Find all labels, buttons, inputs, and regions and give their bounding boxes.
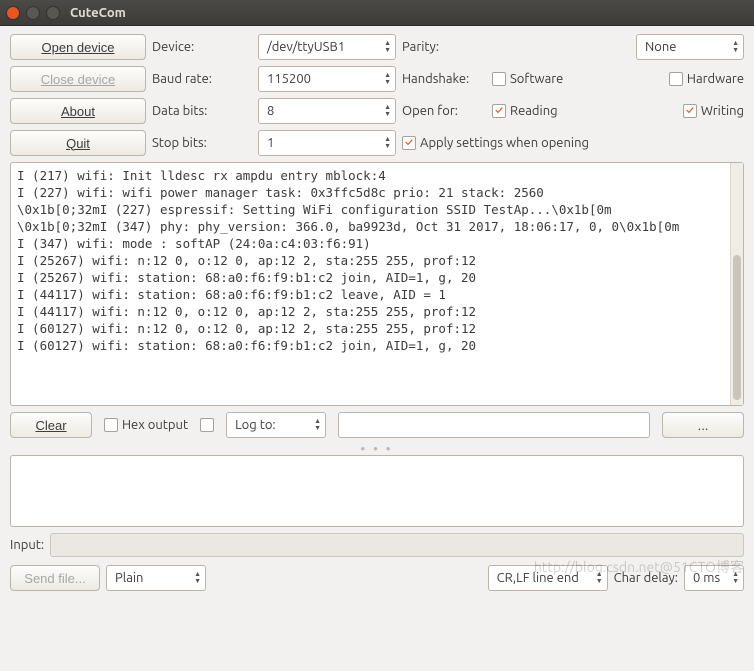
- clear-button[interactable]: Clear: [10, 412, 92, 438]
- file-protocol-select[interactable]: Plain ▲▼: [106, 565, 206, 591]
- minimize-icon[interactable]: [26, 6, 40, 20]
- chardelay-label: Char delay:: [614, 571, 678, 585]
- writing-checkbox[interactable]: ✓Writing: [683, 104, 744, 118]
- maximize-icon[interactable]: [46, 6, 60, 20]
- open-device-button[interactable]: Open device: [10, 34, 146, 60]
- terminal-text: I (217) wifi: Init lldesc rx ampdu entry…: [11, 163, 730, 405]
- databits-select[interactable]: 8 ▲▼: [258, 98, 396, 124]
- device-select[interactable]: /dev/ttyUSB1 ▲▼: [258, 34, 396, 60]
- hardware-checkbox[interactable]: Hardware: [669, 72, 744, 86]
- line-end-select[interactable]: CR,LF line end ▲▼: [488, 565, 608, 591]
- input-field[interactable]: [50, 533, 744, 557]
- log-to-checkbox[interactable]: [200, 418, 214, 432]
- char-delay-spinner[interactable]: 0 ms ▲▼: [684, 565, 744, 591]
- browse-button[interactable]: ...: [662, 412, 744, 438]
- parity-label: Parity:: [402, 40, 486, 54]
- splitter-handle[interactable]: ● ● ●: [10, 444, 744, 453]
- terminal-output[interactable]: I (217) wifi: Init lldesc rx ampdu entry…: [10, 162, 744, 406]
- chevron-updown-icon: ▲▼: [728, 40, 739, 54]
- reading-checkbox[interactable]: ✓Reading: [492, 104, 558, 118]
- apply-settings-checkbox[interactable]: ✓Apply settings when opening: [402, 136, 589, 150]
- software-checkbox[interactable]: Software: [492, 72, 563, 86]
- stopbits-label: Stop bits:: [152, 136, 252, 150]
- quit-button[interactable]: Quit: [10, 130, 146, 156]
- input-label: Input:: [10, 538, 44, 552]
- scrollbar[interactable]: [730, 163, 743, 405]
- chevron-updown-icon: ▲▼: [190, 571, 201, 585]
- log-path-input[interactable]: [338, 412, 650, 438]
- chevron-updown-icon: ▲▼: [728, 571, 739, 585]
- chevron-updown-icon: ▲▼: [380, 72, 391, 86]
- send-history[interactable]: [10, 455, 744, 527]
- titlebar: CuteCom: [0, 0, 754, 26]
- stopbits-select[interactable]: 1 ▲▼: [258, 130, 396, 156]
- hex-output-checkbox[interactable]: Hex output: [104, 418, 188, 432]
- log-to-select[interactable]: Log to: ▲▼: [226, 412, 326, 438]
- baud-label: Baud rate:: [152, 72, 252, 86]
- chevron-updown-icon: ▲▼: [380, 104, 391, 118]
- window-title: CuteCom: [70, 6, 126, 20]
- close-icon[interactable]: [6, 6, 20, 20]
- handshake-label: Handshake:: [402, 72, 486, 86]
- about-button[interactable]: About: [10, 98, 146, 124]
- device-label: Device:: [152, 40, 252, 54]
- databits-label: Data bits:: [152, 104, 252, 118]
- send-file-button[interactable]: Send file...: [10, 565, 100, 591]
- parity-select[interactable]: None ▲▼: [636, 34, 744, 60]
- close-device-button[interactable]: Close device: [10, 66, 146, 92]
- chevron-updown-icon: ▲▼: [380, 136, 391, 150]
- chevron-updown-icon: ▲▼: [310, 418, 321, 432]
- chevron-updown-icon: ▲▼: [380, 40, 391, 54]
- baud-select[interactable]: 115200 ▲▼: [258, 66, 396, 92]
- openfor-label: Open for:: [402, 104, 486, 118]
- chevron-updown-icon: ▲▼: [592, 571, 603, 585]
